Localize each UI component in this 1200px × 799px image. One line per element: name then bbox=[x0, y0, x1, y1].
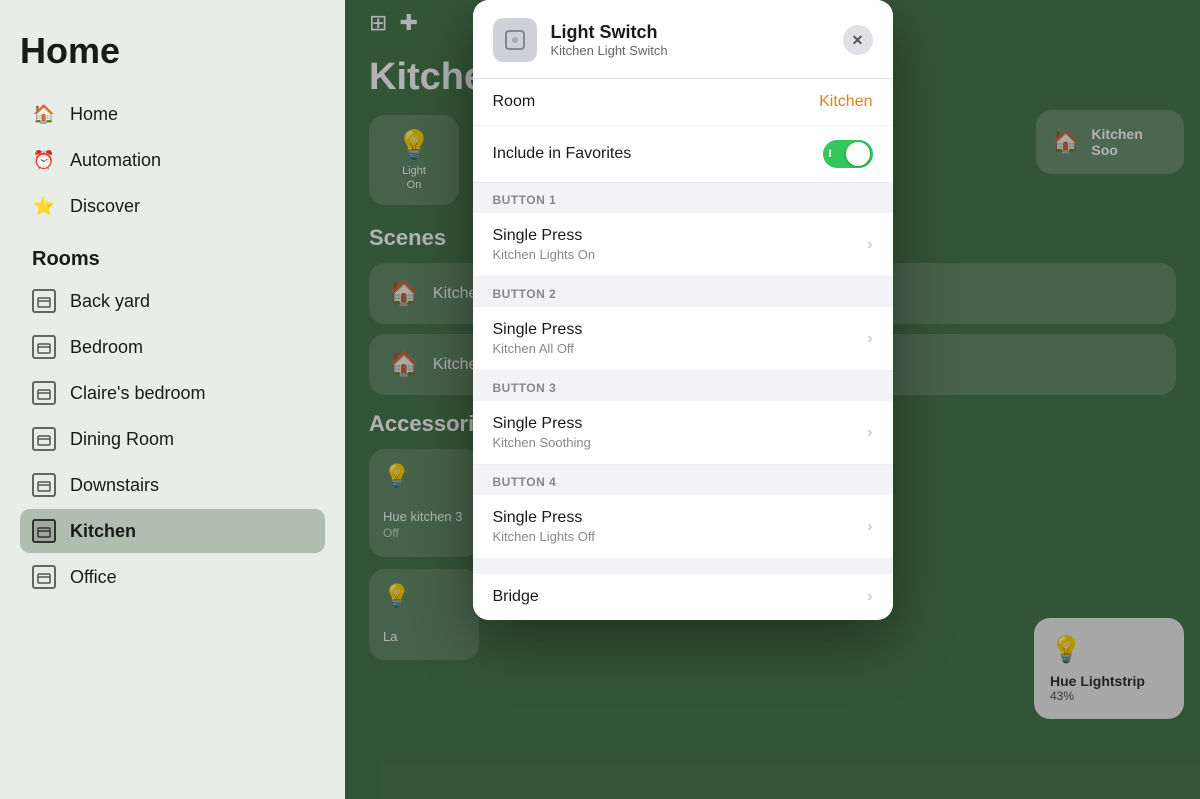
home-icon: 🏠 bbox=[32, 102, 56, 126]
sidebar-item-home-label: Home bbox=[70, 104, 118, 125]
modal-close-button[interactable]: ✕ bbox=[843, 25, 873, 55]
room-icon-back-yard bbox=[32, 289, 56, 313]
room-icon-downstairs bbox=[32, 473, 56, 497]
room-icon-dining-room bbox=[32, 427, 56, 451]
modal-buttons-section: BUTTON 1 Single Press Kitchen Lights On … bbox=[473, 183, 893, 558]
button1-content: Single Press Kitchen Lights On bbox=[493, 227, 596, 262]
button4-section-header: BUTTON 4 bbox=[473, 465, 893, 495]
button1-section-header: BUTTON 1 bbox=[473, 183, 893, 213]
room-icon-kitchen bbox=[32, 519, 56, 543]
modal-room-row[interactable]: Room Kitchen bbox=[473, 79, 893, 126]
toggle-on-label: I bbox=[829, 148, 832, 160]
room-icon-claires-bedroom bbox=[32, 381, 56, 405]
sidebar-item-bedroom[interactable]: Bedroom bbox=[20, 325, 325, 369]
button2-section-header: BUTTON 2 bbox=[473, 277, 893, 307]
sidebar-item-automation-label: Automation bbox=[70, 150, 161, 171]
room-icon-office bbox=[32, 565, 56, 589]
toggle-knob bbox=[846, 142, 870, 166]
sidebar-item-office[interactable]: Office bbox=[20, 555, 325, 599]
modal-title: Light Switch bbox=[551, 22, 829, 43]
sidebar-room-kitchen-label: Kitchen bbox=[70, 521, 136, 542]
favorites-toggle[interactable]: I bbox=[823, 140, 873, 168]
modal-room-value: Kitchen bbox=[819, 93, 872, 111]
modal-title-group: Light Switch Kitchen Light Switch bbox=[551, 22, 829, 58]
main-area: ⊞ ✚ Kitchen 💡 LightOn ⏸ Front DoorClosed… bbox=[345, 0, 1200, 799]
bridge-label: Bridge bbox=[493, 588, 539, 606]
sidebar-item-downstairs[interactable]: Downstairs bbox=[20, 463, 325, 507]
button3-chevron-icon: › bbox=[867, 424, 872, 442]
app-title: Home bbox=[20, 30, 325, 72]
button3-content: Single Press Kitchen Soothing bbox=[493, 415, 591, 450]
button1-chevron-icon: › bbox=[867, 236, 872, 254]
sidebar-nav: 🏠 Home ⏰ Automation ⭐ Discover bbox=[20, 92, 325, 228]
bridge-section-divider bbox=[473, 558, 893, 574]
sidebar: Home 🏠 Home ⏰ Automation ⭐ Discover Room… bbox=[0, 0, 345, 799]
button4-content: Single Press Kitchen Lights Off bbox=[493, 509, 595, 544]
button1-detail: Kitchen Lights On bbox=[493, 247, 596, 262]
device-icon bbox=[493, 18, 537, 62]
modal-overlay: Light Switch Kitchen Light Switch ✕ Room… bbox=[345, 0, 1200, 799]
button2-detail: Kitchen All Off bbox=[493, 341, 583, 356]
sidebar-item-discover[interactable]: ⭐ Discover bbox=[20, 184, 325, 228]
button2-content: Single Press Kitchen All Off bbox=[493, 321, 583, 356]
button1-action: Single Press bbox=[493, 227, 596, 245]
button2-chevron-icon: › bbox=[867, 330, 872, 348]
button2-row[interactable]: Single Press Kitchen All Off › bbox=[473, 307, 893, 371]
button3-action: Single Press bbox=[493, 415, 591, 433]
sidebar-room-claires-bedroom-label: Claire's bedroom bbox=[70, 383, 206, 404]
sidebar-item-home[interactable]: 🏠 Home bbox=[20, 92, 325, 136]
room-icon-bedroom bbox=[32, 335, 56, 359]
device-settings-modal: Light Switch Kitchen Light Switch ✕ Room… bbox=[473, 0, 893, 620]
modal-header: Light Switch Kitchen Light Switch ✕ bbox=[473, 0, 893, 79]
modal-room-label: Room bbox=[493, 93, 536, 111]
button4-chevron-icon: › bbox=[867, 518, 872, 536]
button4-row[interactable]: Single Press Kitchen Lights Off › bbox=[473, 495, 893, 558]
button1-row[interactable]: Single Press Kitchen Lights On › bbox=[473, 213, 893, 277]
sidebar-item-dining-room[interactable]: Dining Room bbox=[20, 417, 325, 461]
sidebar-item-claires-bedroom[interactable]: Claire's bedroom bbox=[20, 371, 325, 415]
sidebar-item-discover-label: Discover bbox=[70, 196, 140, 217]
modal-favorites-label: Include in Favorites bbox=[493, 145, 632, 163]
bridge-row[interactable]: Bridge › bbox=[473, 574, 893, 620]
button3-detail: Kitchen Soothing bbox=[493, 435, 591, 450]
sidebar-room-downstairs-label: Downstairs bbox=[70, 475, 159, 496]
sidebar-room-office-label: Office bbox=[70, 567, 117, 588]
automation-icon: ⏰ bbox=[32, 148, 56, 172]
button2-action: Single Press bbox=[493, 321, 583, 339]
button4-detail: Kitchen Lights Off bbox=[493, 529, 595, 544]
sidebar-item-automation[interactable]: ⏰ Automation bbox=[20, 138, 325, 182]
modal-subtitle: Kitchen Light Switch bbox=[551, 43, 829, 58]
modal-info-section: Room Kitchen Include in Favorites I bbox=[473, 79, 893, 183]
rooms-section-title: Rooms bbox=[32, 248, 325, 271]
sidebar-room-back-yard-label: Back yard bbox=[70, 291, 150, 312]
sidebar-item-kitchen[interactable]: Kitchen bbox=[20, 509, 325, 553]
button3-row[interactable]: Single Press Kitchen Soothing › bbox=[473, 401, 893, 465]
sidebar-item-back-yard[interactable]: Back yard bbox=[20, 279, 325, 323]
modal-favorites-row[interactable]: Include in Favorites I bbox=[473, 126, 893, 182]
sidebar-room-dining-room-label: Dining Room bbox=[70, 429, 174, 450]
bridge-chevron-icon: › bbox=[867, 588, 872, 606]
sidebar-room-bedroom-label: Bedroom bbox=[70, 337, 143, 358]
star-icon: ⭐ bbox=[32, 194, 56, 218]
rooms-list: Back yard Bedroom Claire's bedroom Dinin… bbox=[20, 279, 325, 599]
button3-section-header: BUTTON 3 bbox=[473, 371, 893, 401]
button4-action: Single Press bbox=[493, 509, 595, 527]
